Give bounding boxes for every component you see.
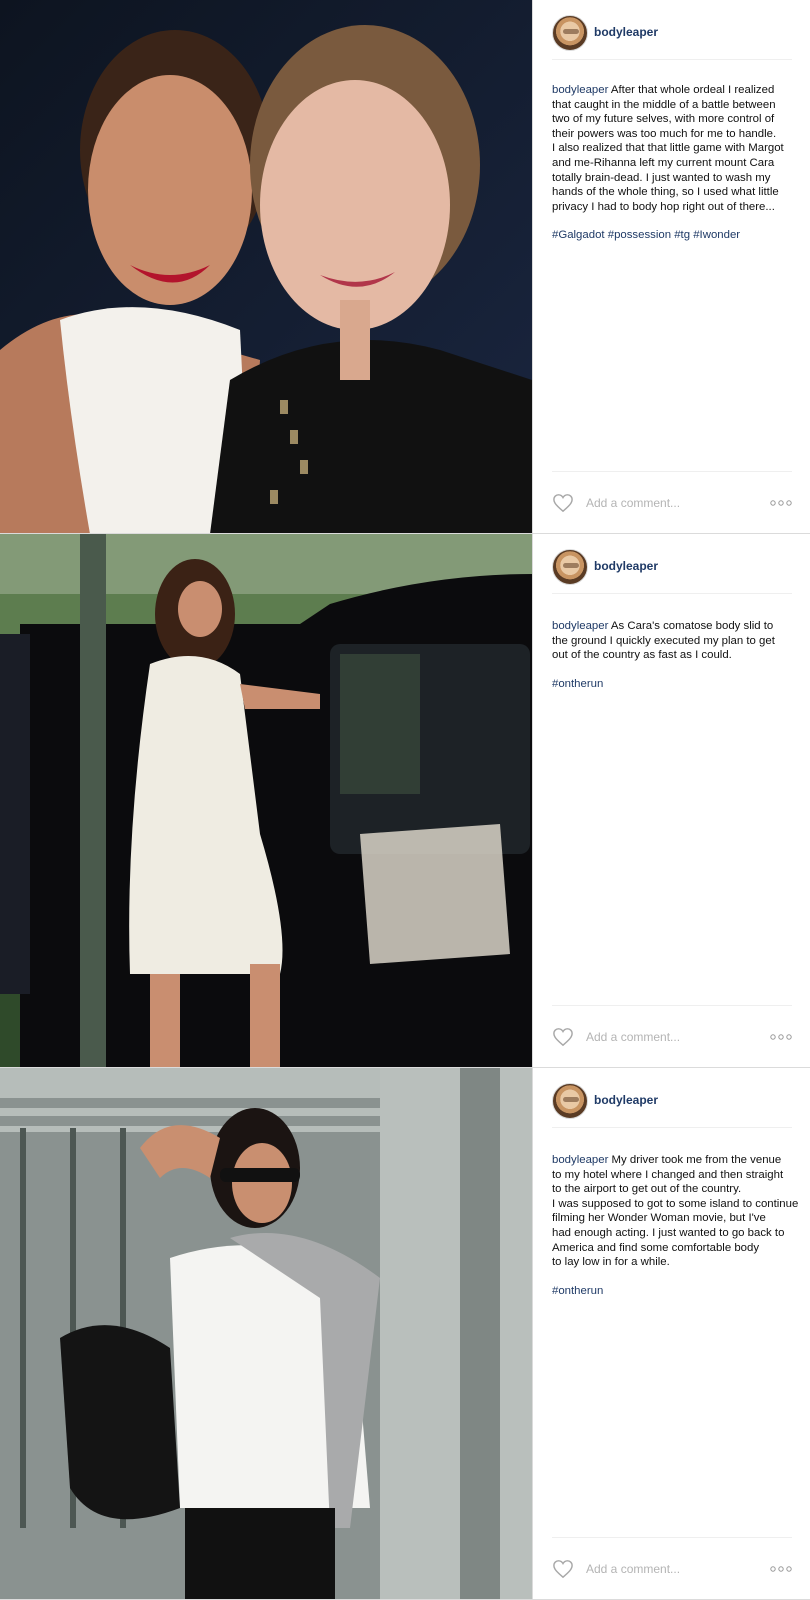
post-caption: bodyleaper My driver took me from the ve… (552, 1153, 804, 1298)
caption-text: After that whole ordeal I realized that … (552, 84, 784, 213)
username[interactable]: bodyleaper (594, 25, 658, 39)
car-photo-illustration (0, 534, 532, 1067)
hashtags[interactable]: #ontherun (552, 677, 804, 692)
post-header: bodyleaper (552, 15, 792, 60)
heart-outline-icon[interactable] (552, 1027, 574, 1047)
airport-photo-illustration (0, 1068, 532, 1599)
caption-username[interactable]: bodyleaper (552, 1154, 608, 1166)
hashtags[interactable]: #ontherun (552, 1284, 804, 1299)
comment-input[interactable] (586, 1029, 770, 1044)
heart-outline-icon[interactable] (552, 1559, 574, 1579)
heart-outline-icon[interactable] (552, 493, 574, 513)
caption-text: My driver took me from the venue to my h… (552, 1154, 799, 1269)
post-caption: bodyleaper As Cara's comatose body slid … (552, 619, 804, 691)
selfie-photo-illustration (0, 0, 532, 533)
more-options-icon[interactable] (770, 1565, 792, 1573)
more-options-icon[interactable] (770, 1033, 792, 1041)
more-options-icon[interactable] (770, 499, 792, 507)
post-3: bodyleaper bodyleaper My driver took me … (0, 1068, 810, 1600)
post-caption: bodyleaper After that whole ordeal I rea… (552, 83, 804, 243)
caption-username[interactable]: bodyleaper (552, 620, 608, 632)
post-photo[interactable] (0, 0, 532, 533)
username[interactable]: bodyleaper (594, 1093, 658, 1107)
post-2: bodyleaper bodyleaper As Cara's comatose… (0, 534, 810, 1068)
post-photo[interactable] (0, 534, 532, 1067)
hashtags[interactable]: #Galgadot #possession #tg #Iwonder (552, 228, 804, 243)
comment-input[interactable] (586, 495, 770, 510)
avatar[interactable] (552, 1083, 588, 1119)
caption-username[interactable]: bodyleaper (552, 84, 608, 96)
post-1: bodyleaper bodyleaper After that whole o… (0, 0, 810, 534)
post-photo[interactable] (0, 1068, 532, 1599)
post-sidebar: bodyleaper bodyleaper After that whole o… (532, 0, 810, 533)
username[interactable]: bodyleaper (594, 559, 658, 573)
post-sidebar: bodyleaper bodyleaper As Cara's comatose… (532, 534, 810, 1067)
post-footer (552, 1005, 792, 1067)
post-sidebar: bodyleaper bodyleaper My driver took me … (532, 1068, 810, 1599)
comment-input[interactable] (586, 1561, 770, 1576)
post-header: bodyleaper (552, 549, 792, 594)
avatar[interactable] (552, 15, 588, 51)
post-header: bodyleaper (552, 1083, 792, 1128)
avatar[interactable] (552, 549, 588, 585)
post-footer (552, 471, 792, 533)
post-footer (552, 1537, 792, 1599)
